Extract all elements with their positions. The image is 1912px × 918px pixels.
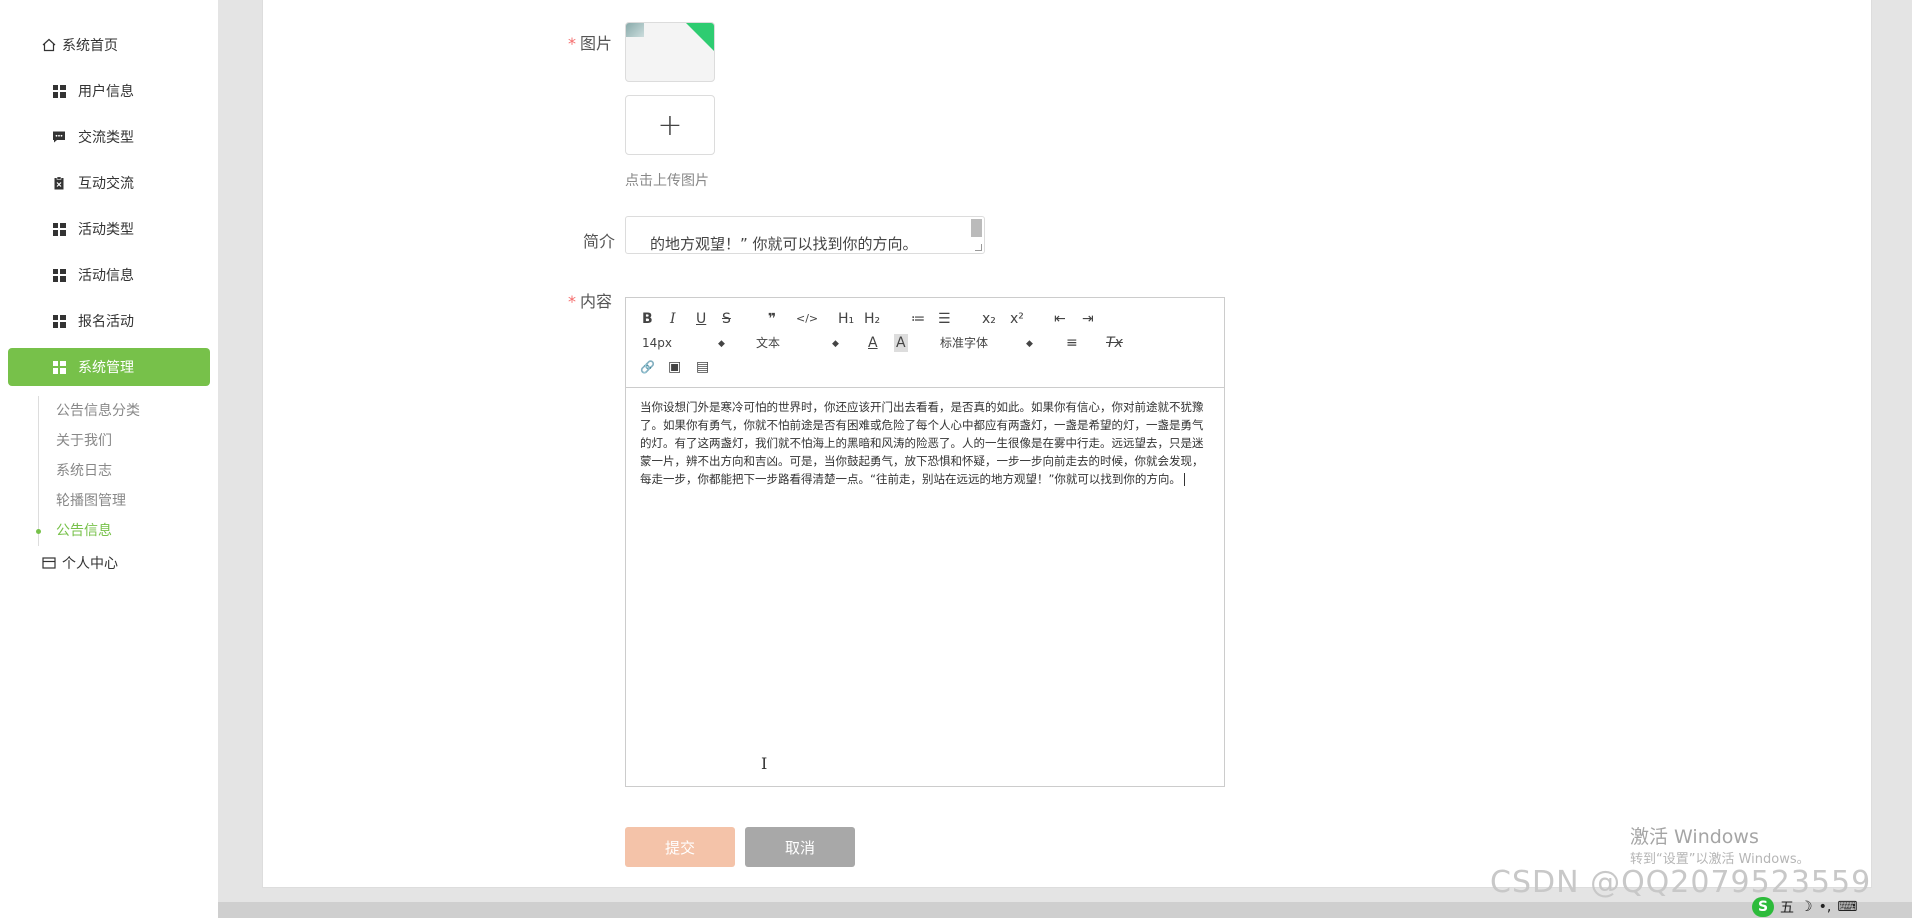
sidebar-item-home[interactable]: 系统首页 bbox=[8, 26, 210, 64]
submit-button[interactable]: 提交 bbox=[625, 827, 735, 867]
editor-toolbar: B I U S ❞ </> H₁ H₂ ≔ ☰ x₂ x² ⇤ ⇥ 14px ◆ … bbox=[626, 298, 1224, 388]
underline-button[interactable]: U bbox=[696, 310, 706, 328]
rich-text-editor: B I U S ❞ </> H₁ H₂ ≔ ☰ x₂ x² ⇤ ⇥ 14px ◆ … bbox=[625, 297, 1225, 787]
font-color-button[interactable]: A bbox=[868, 334, 878, 352]
upload-button[interactable]: + bbox=[625, 95, 715, 155]
align-button[interactable]: ≡ bbox=[1066, 334, 1078, 352]
clipboard-icon bbox=[52, 176, 66, 190]
h2-button[interactable]: H₂ bbox=[864, 310, 880, 328]
image-thumbnail[interactable] bbox=[625, 22, 715, 82]
sidebar-item-label: 个人中心 bbox=[62, 556, 118, 572]
sidebar-item-system[interactable]: 系统管理 bbox=[8, 348, 210, 386]
header-select[interactable]: 文本 ◆ bbox=[756, 334, 846, 352]
sidebar: 系统首页 用户信息 交流类型 互动交流 活动类型 活动信息 报名活动 系统管理 … bbox=[0, 0, 218, 918]
punctuation-icon[interactable]: •, bbox=[1819, 899, 1832, 915]
sidebar-item-label: 系统管理 bbox=[78, 360, 134, 376]
text-caret bbox=[1183, 473, 1185, 486]
sogou-icon[interactable]: S bbox=[1752, 897, 1774, 917]
sidebar-item-interaction[interactable]: 互动交流 bbox=[8, 164, 210, 202]
keyboard-icon[interactable]: ⌨ bbox=[1837, 899, 1857, 915]
submenu-item-notice-category[interactable]: 公告信息分类 bbox=[39, 396, 208, 426]
upload-success-badge bbox=[686, 23, 714, 51]
indent-button[interactable]: ⇥ bbox=[1082, 310, 1094, 328]
h1-button[interactable]: H₁ bbox=[838, 310, 854, 328]
subscript-button[interactable]: x₂ bbox=[982, 310, 996, 328]
app-root: 系统首页 用户信息 交流类型 互动交流 活动类型 活动信息 报名活动 系统管理 … bbox=[0, 0, 1912, 918]
sidebar-item-users[interactable]: 用户信息 bbox=[8, 72, 210, 110]
cancel-button[interactable]: 取消 bbox=[745, 827, 855, 867]
sidebar-item-exchange-types[interactable]: 交流类型 bbox=[8, 118, 210, 156]
sidebar-item-label: 活动信息 bbox=[78, 268, 134, 284]
video-button[interactable]: ▤ bbox=[696, 358, 709, 376]
frame-left bbox=[218, 0, 262, 918]
grid-icon bbox=[52, 268, 66, 282]
submenu-item-notice[interactable]: 公告信息 bbox=[36, 516, 208, 546]
frame-right bbox=[1872, 0, 1912, 918]
thumbnail-image bbox=[626, 23, 644, 37]
sidebar-item-label: 报名活动 bbox=[78, 314, 134, 330]
summary-textarea[interactable]: 的地方观望！” 你就可以找到你的方向。 bbox=[625, 216, 985, 254]
summary-label: 简介 bbox=[583, 232, 616, 251]
chat-icon bbox=[52, 130, 66, 144]
grid-icon bbox=[52, 360, 66, 374]
submenu-item-about[interactable]: 关于我们 bbox=[39, 426, 208, 456]
image-button[interactable]: ▣ bbox=[668, 358, 681, 376]
strike-button[interactable]: S bbox=[722, 310, 731, 328]
ime-tray: S 五 ☽ •, ⌨ bbox=[1752, 896, 1912, 918]
background-color-button[interactable]: A bbox=[894, 334, 908, 352]
link-button[interactable]: 🔗 bbox=[640, 358, 655, 376]
sidebar-item-profile[interactable]: 个人中心 bbox=[8, 544, 210, 582]
horizontal-scrollbar[interactable] bbox=[218, 902, 1912, 918]
resize-handle[interactable] bbox=[975, 244, 982, 251]
outdent-button[interactable]: ⇤ bbox=[1054, 310, 1066, 328]
sidebar-item-registration[interactable]: 报名活动 bbox=[8, 302, 210, 340]
bullet-list-button[interactable]: ☰ bbox=[938, 310, 951, 328]
grid-icon bbox=[52, 314, 66, 328]
required-mark: * bbox=[568, 34, 576, 53]
submenu-item-system-log[interactable]: 系统日志 bbox=[39, 456, 208, 486]
sidebar-item-label: 系统首页 bbox=[62, 38, 118, 54]
summary-text: 的地方观望！” 你就可以找到你的方向。 bbox=[650, 235, 918, 253]
superscript-button[interactable]: x² bbox=[1010, 310, 1024, 328]
select-arrow-icon: ◆ bbox=[1026, 339, 1033, 349]
windows-activation-title: 激活 Windows bbox=[1630, 826, 1759, 848]
sidebar-item-activity-info[interactable]: 活动信息 bbox=[8, 256, 210, 294]
select-arrow-icon: ◆ bbox=[832, 339, 839, 349]
plus-icon: + bbox=[657, 107, 683, 143]
upload-tip: 点击上传图片 bbox=[625, 173, 709, 189]
editor-content[interactable]: 当你设想门外是寒冷可怕的世界时，你还应该开门出去看看，是否真的如此。如果你有信心… bbox=[640, 398, 1214, 488]
font-family-select[interactable]: 标准字体 ◆ bbox=[940, 334, 1040, 352]
code-button[interactable]: </> bbox=[796, 310, 818, 328]
csdn-watermark: CSDN @QQ2079523559 bbox=[1490, 865, 1872, 900]
sidebar-submenu: 公告信息分类 关于我们 系统日志 轮播图管理 公告信息 bbox=[36, 396, 208, 546]
blockquote-button[interactable]: ❞ bbox=[768, 310, 776, 328]
submenu-item-carousel[interactable]: 轮播图管理 bbox=[39, 486, 208, 516]
required-mark: * bbox=[568, 292, 576, 311]
sidebar-item-label: 交流类型 bbox=[78, 130, 134, 146]
font-size-select[interactable]: 14px ◆ bbox=[642, 334, 732, 352]
clean-format-button[interactable]: Tx bbox=[1106, 334, 1123, 352]
image-label: * 图片 bbox=[568, 34, 613, 53]
bold-button[interactable]: B bbox=[642, 310, 653, 328]
grid-icon bbox=[52, 84, 66, 98]
card-icon bbox=[42, 556, 56, 570]
moon-icon[interactable]: ☽ bbox=[1800, 899, 1813, 915]
italic-button[interactable]: I bbox=[670, 310, 676, 328]
ime-mode[interactable]: 五 bbox=[1780, 897, 1794, 917]
select-arrow-icon: ◆ bbox=[718, 339, 725, 349]
grid-icon bbox=[52, 222, 66, 236]
ibeam-cursor-icon: I bbox=[761, 754, 768, 773]
sidebar-item-label: 用户信息 bbox=[78, 84, 134, 100]
sidebar-item-label: 活动类型 bbox=[78, 222, 134, 238]
ordered-list-button[interactable]: ≔ bbox=[911, 310, 925, 328]
textarea-scrollbar[interactable] bbox=[971, 219, 982, 237]
sidebar-item-label: 互动交流 bbox=[78, 176, 134, 192]
sidebar-item-activity-types[interactable]: 活动类型 bbox=[8, 210, 210, 248]
content-label: * 内容 bbox=[568, 292, 613, 311]
editor-text: 当你设想门外是寒冷可怕的世界时，你还应该开门出去看看，是否真的如此。如果你有信心… bbox=[640, 400, 1204, 486]
home-icon bbox=[42, 38, 56, 52]
